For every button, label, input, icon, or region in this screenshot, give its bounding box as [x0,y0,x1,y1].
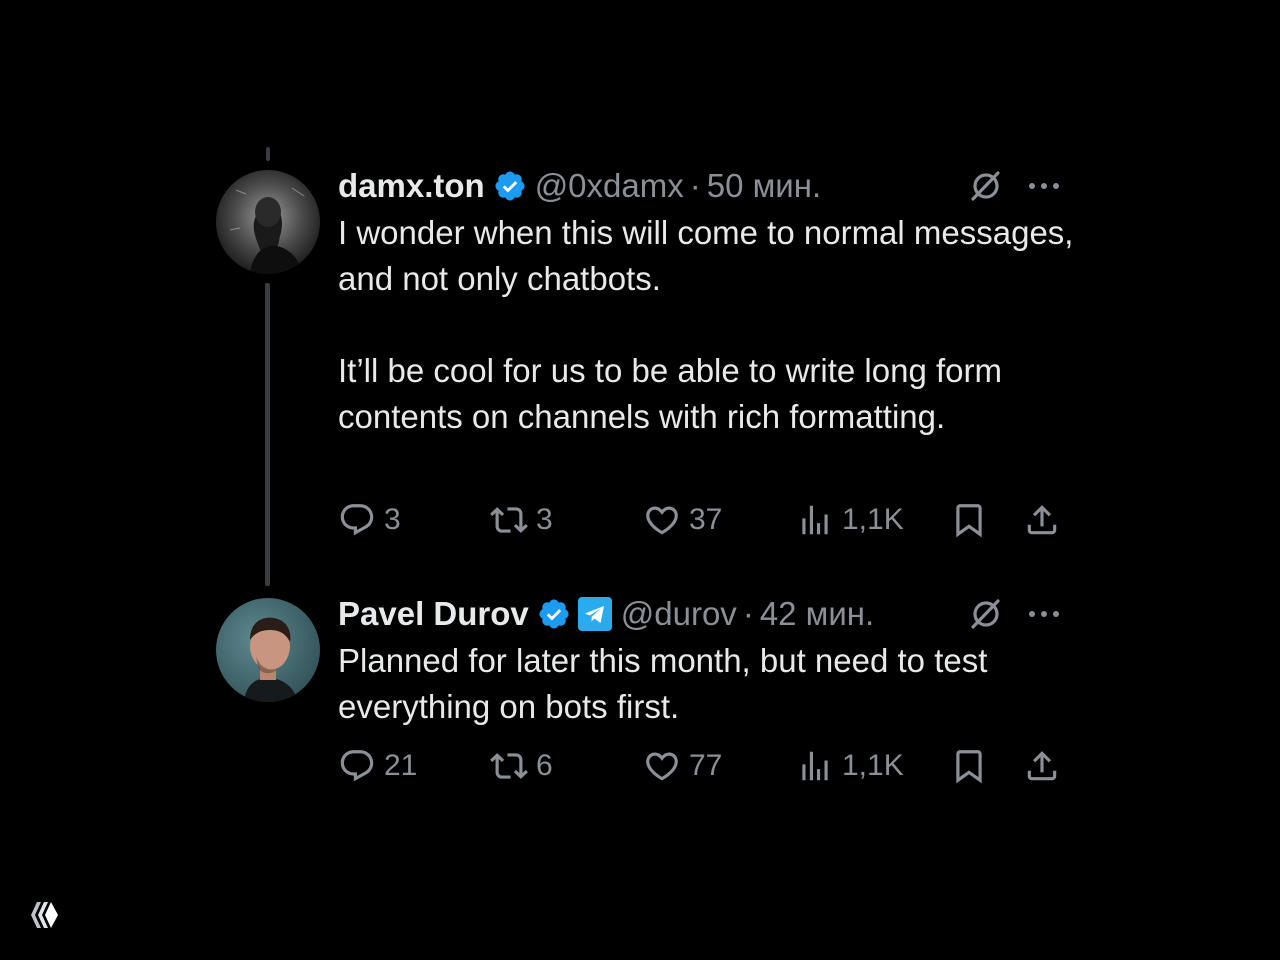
author-handle[interactable]: @0xdamx [535,167,684,205]
timestamp[interactable]: 42 мин. [760,595,874,633]
tweet-header: damx.ton @0xdamx · 50 мин. [338,164,821,208]
bookmark-button[interactable] [950,498,988,542]
reply-icon [340,504,374,536]
views-button[interactable]: 1,1K [796,498,904,542]
author-handle[interactable]: @durov [621,595,737,633]
tweet-text: Planned for later this month, but need t… [338,638,1078,730]
avatar[interactable] [216,170,320,274]
repost-icon [490,507,528,533]
share-icon [1027,751,1057,781]
thread-connector-top [266,147,270,161]
avatar[interactable] [216,598,320,702]
heart-icon [646,506,678,535]
reply-button[interactable]: 21 [338,744,417,788]
bookmark-button[interactable] [950,744,988,788]
heart-icon [646,752,678,781]
logo-icon [28,898,62,932]
views-chart-icon [802,505,828,535]
repost-icon [490,753,528,779]
author-name[interactable]: damx.ton [338,167,485,205]
repost-count: 3 [536,503,553,536]
repost-count: 6 [536,749,553,782]
tweet-paragraph: Planned for later this month, but need t… [338,642,988,725]
telegram-badge-icon[interactable] [577,596,613,632]
reply-icon [340,750,374,782]
separator-dot: · [742,595,754,632]
repost-button[interactable]: 3 [490,498,553,542]
tweet-text: I wonder when this will come to normal m… [338,210,1078,440]
more-options-icon[interactable] [1026,174,1062,198]
like-count: 37 [689,503,723,536]
reply-button[interactable]: 3 [338,498,401,542]
view-count: 1,1K [842,749,904,782]
conversation-thread: damx.ton @0xdamx · 50 мин. I wonder when… [0,0,1280,960]
views-button[interactable]: 1,1K [796,744,904,788]
grok-icon[interactable] [968,168,1004,204]
view-count: 1,1K [842,503,904,536]
tweet-header: Pavel Durov @durov · 42 мин. [338,592,874,636]
bookmark-icon [956,750,982,784]
views-chart-icon [802,751,828,781]
tweet-actions: 3 3 37 1,1K [0,498,1280,542]
more-options-icon[interactable] [1026,602,1062,626]
like-button[interactable]: 77 [643,744,722,788]
separator-dot: · [689,167,701,204]
like-count: 77 [689,749,723,782]
share-icon [1027,505,1057,535]
reply-count: 3 [384,503,401,536]
share-button[interactable] [1023,744,1061,788]
grok-icon[interactable] [968,596,1004,632]
like-button[interactable]: 37 [643,498,722,542]
tweet-actions: 21 6 77 1,1K [0,744,1280,788]
bookmark-icon [956,504,982,538]
timestamp[interactable]: 50 мин. [707,167,821,205]
tweet-paragraph: I wonder when this will come to normal m… [338,214,1074,297]
verified-badge-icon [493,169,527,203]
author-name[interactable]: Pavel Durov [338,595,529,633]
verified-badge-icon [537,597,571,631]
tweet-paragraph: It’ll be cool for us to be able to write… [338,352,1002,435]
repost-button[interactable]: 6 [490,744,553,788]
share-button[interactable] [1023,498,1061,542]
reply-count: 21 [384,749,418,782]
